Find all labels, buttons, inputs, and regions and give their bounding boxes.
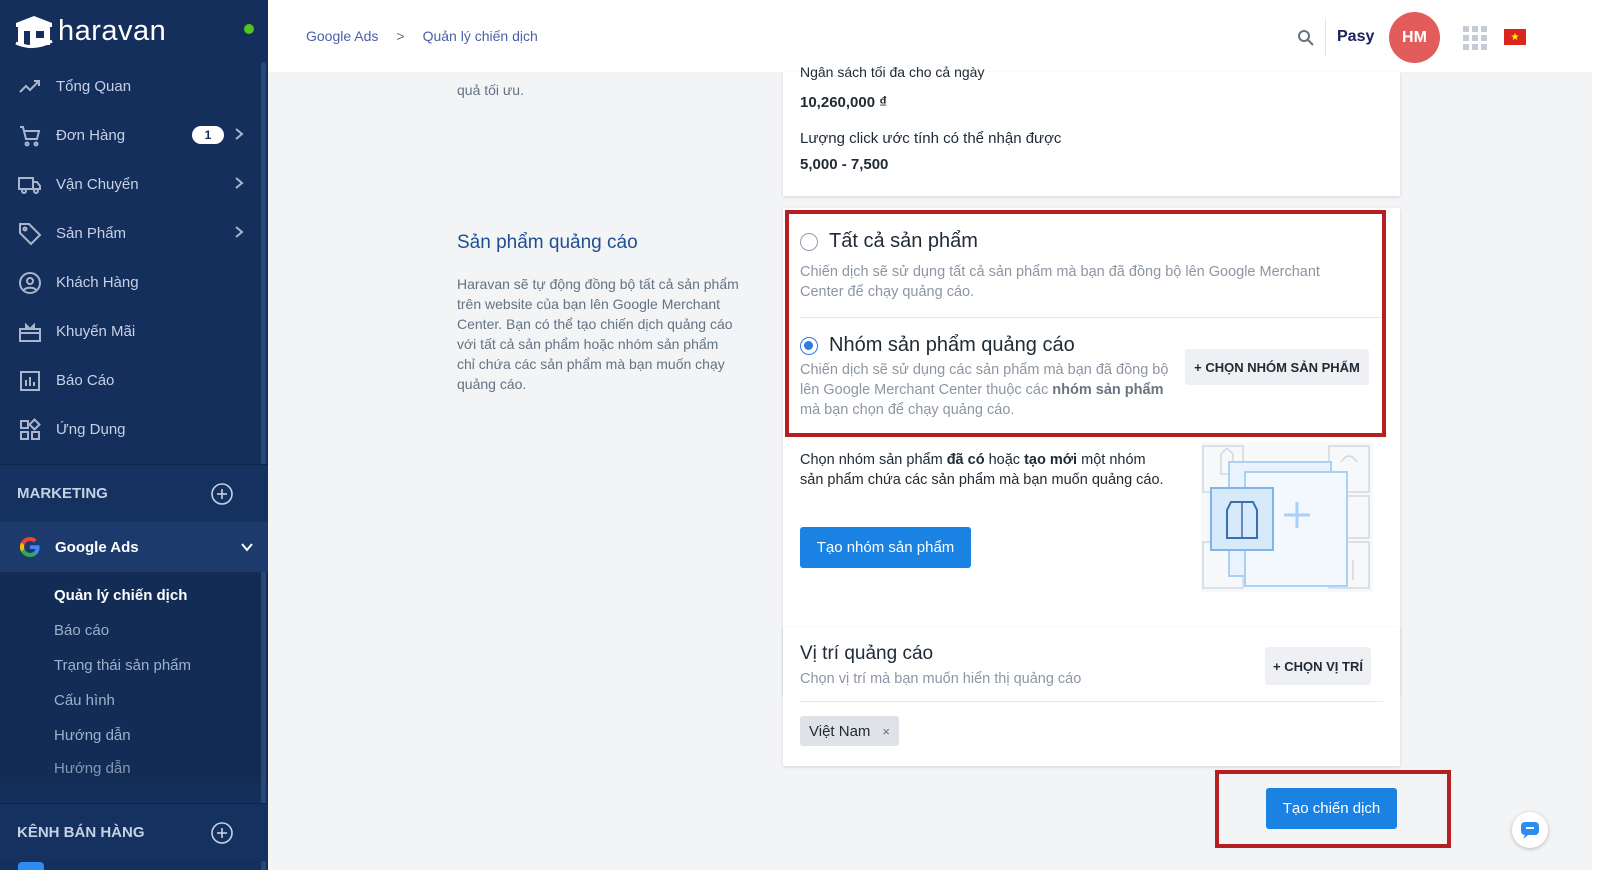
sidebar-item-apps[interactable]: Ứng Dụng xyxy=(0,405,268,454)
create-product-group-button[interactable]: Tạo nhóm sản phẩm xyxy=(800,527,971,568)
top-header: Google Ads > Quản lý chiến dịch Pasy HM … xyxy=(268,0,1600,72)
main-content: quả tối ưu. Sản phẩm quảng cáo Haravan s… xyxy=(268,64,1592,870)
budget-label: Ngân sách tối đa cho cả ngày xyxy=(800,64,985,80)
avatar[interactable]: HM xyxy=(1389,12,1440,63)
product-group-illustration xyxy=(1201,442,1373,592)
sidebar-item-label: Báo Cáo xyxy=(56,372,115,389)
submenu-guide[interactable]: Hướng dẫn xyxy=(0,718,268,753)
channel-icon[interactable] xyxy=(18,862,44,870)
breadcrumb: Google Ads > Quản lý chiến dịch xyxy=(306,28,538,44)
products-section-desc: Haravan sẽ tự động đồng bộ tất cả sản ph… xyxy=(457,276,739,392)
app-grid-icon[interactable] xyxy=(1463,26,1487,50)
highlight-box-products xyxy=(785,210,1386,437)
vietnam-flag-icon[interactable]: ★ xyxy=(1504,29,1526,45)
breadcrumb-google-ads[interactable]: Google Ads xyxy=(306,28,378,44)
ad-location-card: Vị trí quảng cáo Chọn vị trí mà bạn muốn… xyxy=(783,627,1400,766)
sidebar-item-google-ads[interactable]: Google Ads xyxy=(0,522,268,572)
sidebar: haravan Tổng Quan Đơn Hàng 1 Vận Chuyển … xyxy=(0,0,268,870)
trend-icon xyxy=(19,79,40,93)
sidebar-item-reports[interactable]: Báo Cáo xyxy=(0,356,268,405)
submenu-settings[interactable]: Cấu hình xyxy=(0,683,268,718)
orders-count-badge: 1 xyxy=(192,126,224,144)
products-section-title: Sản phẩm quảng cáo xyxy=(457,232,638,253)
google-logo-icon xyxy=(20,537,40,557)
estimated-clicks-value: 5,000 - 7,500 xyxy=(800,156,889,173)
chat-icon xyxy=(1521,822,1539,839)
sidebar-item-promotions[interactable]: Khuyến Mãi xyxy=(0,307,268,356)
google-ads-submenu: Quản lý chiến dịch Báo cáo Trạng thái sả… xyxy=(0,572,268,783)
bar-chart-icon xyxy=(20,370,40,391)
right-rail xyxy=(1592,0,1600,870)
chevron-right-icon xyxy=(235,226,244,238)
chevron-right-icon xyxy=(235,128,244,140)
location-divider xyxy=(800,701,1383,702)
add-circle-icon[interactable] xyxy=(210,821,234,845)
tag-icon xyxy=(19,222,42,245)
budget-card: Ngân sách tối đa cho cả ngày 10,260,000 … xyxy=(783,64,1400,196)
sales-channel-section-header: KÊNH BÁN HÀNG xyxy=(0,803,268,861)
estimated-clicks-label: Lượng click ước tính có thể nhận được xyxy=(800,130,1062,147)
highlight-box-create xyxy=(1215,770,1451,848)
sidebar-item-overview[interactable]: Tổng Quan xyxy=(0,62,268,111)
sidebar-item-label: Sản Phẩm xyxy=(56,225,127,242)
brand-logo[interactable]: haravan xyxy=(0,0,268,62)
sidebar-item-label: Tổng Quan xyxy=(56,78,132,95)
location-tag-label: Việt Nam xyxy=(809,722,871,740)
sidebar-item-products[interactable]: Sản Phẩm xyxy=(0,209,268,258)
sidebar-item-label: Vận Chuyển xyxy=(56,176,139,193)
location-title: Vị trí quảng cáo xyxy=(800,643,934,664)
add-circle-icon[interactable] xyxy=(210,482,234,506)
haravan-logo-icon xyxy=(15,16,53,48)
online-status-dot xyxy=(244,24,254,34)
chevron-right-icon xyxy=(235,177,244,189)
submenu-reports[interactable]: Báo cáo xyxy=(0,613,268,648)
marketing-section-header: MARKETING xyxy=(0,464,268,522)
sidebar-item-shipping[interactable]: Vận Chuyển xyxy=(0,160,268,209)
submenu-campaign-management[interactable]: Quản lý chiến dịch xyxy=(0,578,268,613)
remove-tag-icon[interactable]: × xyxy=(882,724,890,739)
sidebar-item-label: Khuyến Mãi xyxy=(56,323,136,340)
chevron-down-icon xyxy=(241,543,253,552)
google-ads-label: Google Ads xyxy=(55,538,139,556)
submenu-product-status[interactable]: Trạng thái sản phẩm xyxy=(0,648,268,683)
location-subtitle: Chọn vị trí mà bạn muốn hiển thị quảng c… xyxy=(800,671,1082,687)
gift-icon xyxy=(19,322,41,342)
product-group-help: Chọn nhóm sản phẩm đã có hoặc tạo mới mộ… xyxy=(800,452,1164,488)
cart-icon xyxy=(20,125,41,146)
header-divider xyxy=(1325,18,1326,56)
budget-value: 10,260,000 ₫ xyxy=(800,94,887,111)
sidebar-item-orders[interactable]: Đơn Hàng 1 xyxy=(0,111,268,160)
previous-section-desc: quả tối ưu. xyxy=(457,82,524,98)
user-name[interactable]: Pasy xyxy=(1337,28,1374,46)
submenu-guide-duplicate[interactable]: Hướng dẫn xyxy=(0,753,268,783)
marketing-label: MARKETING xyxy=(17,485,108,502)
chat-support-button[interactable] xyxy=(1512,812,1548,848)
sales-channel-label: KÊNH BÁN HÀNG xyxy=(17,824,145,841)
sidebar-item-label: Ứng Dụng xyxy=(56,421,126,438)
sidebar-item-label: Đơn Hàng xyxy=(56,127,126,144)
brand-name: haravan xyxy=(58,14,167,47)
location-tag-vietnam: Việt Nam × xyxy=(800,716,899,746)
search-icon[interactable] xyxy=(1297,29,1315,47)
apps-icon xyxy=(20,417,41,440)
breadcrumb-separator: > xyxy=(396,28,405,44)
breadcrumb-current: Quản lý chiến dịch xyxy=(422,28,538,44)
main-menu: Tổng Quan Đơn Hàng 1 Vận Chuyển Sản Phẩm… xyxy=(0,62,268,454)
choose-location-button[interactable]: + CHỌN VỊ TRÍ xyxy=(1265,647,1371,685)
truck-icon xyxy=(18,176,41,194)
user-circle-icon xyxy=(19,271,41,294)
sidebar-item-label: Khách Hàng xyxy=(56,274,139,291)
sidebar-item-customers[interactable]: Khách Hàng xyxy=(0,258,268,307)
